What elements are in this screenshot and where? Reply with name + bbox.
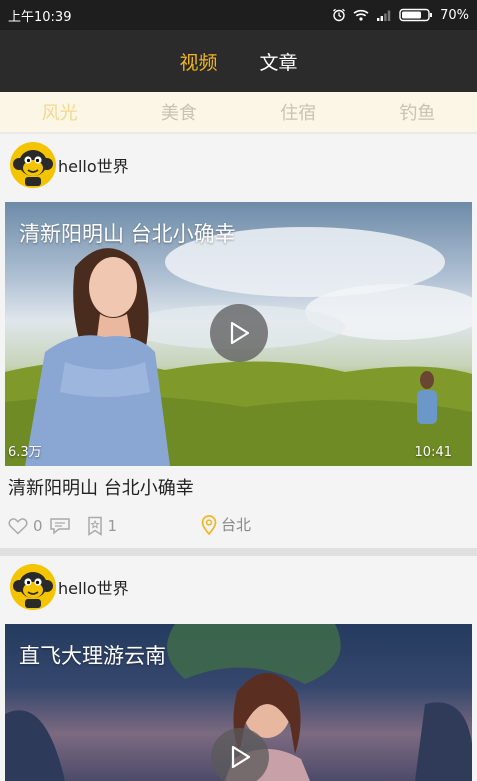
favorite-button[interactable]: 1	[87, 516, 118, 536]
monkey-face-icon	[13, 150, 53, 186]
heart-icon	[8, 518, 28, 535]
video-duration: 10:41	[414, 445, 452, 460]
like-count: 0	[33, 517, 43, 535]
wifi-icon	[353, 9, 369, 21]
signal-icon	[376, 9, 392, 21]
card-divider	[0, 548, 477, 556]
avatar	[10, 564, 56, 610]
app-screen: 上午10:39 70% 视频 文章 风光 美食 住宿 钓鱼 hello世界 清新…	[0, 0, 477, 781]
alarm-icon	[332, 8, 346, 22]
category-tabs: 风光 美食 住宿 钓鱼	[0, 92, 477, 132]
avatar	[10, 142, 56, 188]
video-title: 清新阳明山 台北小确幸	[19, 222, 236, 246]
tab-article[interactable]: 文章	[260, 48, 298, 75]
post-caption[interactable]: 清新阳明山 台北小确幸	[8, 474, 194, 500]
video-title: 直飞大理游云南	[19, 644, 166, 668]
tab-video[interactable]: 视频	[179, 48, 217, 75]
play-button[interactable]	[210, 304, 268, 362]
post-actions: 0 1 台北	[8, 512, 468, 540]
content-type-tabs: 视频 文章	[0, 30, 477, 92]
status-time: 上午10:39	[8, 9, 72, 25]
location-pin-icon	[201, 514, 217, 535]
like-button[interactable]: 0	[8, 517, 43, 535]
monkey-face-icon	[13, 572, 53, 608]
video-thumbnail[interactable]: 清新阳明山 台北小确幸 6.3万 10:41	[5, 202, 472, 466]
comment-icon	[49, 518, 70, 535]
play-icon	[231, 745, 251, 769]
author-row[interactable]: hello世界	[10, 564, 129, 610]
author-row[interactable]: hello世界	[10, 142, 129, 188]
battery-percent: 70%	[440, 7, 469, 23]
view-count: 6.3万	[8, 445, 42, 460]
category-tab-scenery[interactable]: 风光	[0, 99, 119, 125]
location-name: 台北	[221, 516, 252, 534]
status-bar: 上午10:39 70%	[0, 0, 477, 30]
category-tab-fishing[interactable]: 钓鱼	[358, 99, 477, 125]
status-icons: 70%	[332, 8, 469, 23]
author-name: hello世界	[58, 579, 129, 598]
feed-card: hello世界 直飞大理游云南	[0, 556, 477, 781]
category-tab-lodging[interactable]: 住宿	[239, 99, 358, 125]
bookmark-icon	[87, 516, 102, 536]
battery-icon	[399, 8, 433, 22]
video-thumbnail[interactable]: 直飞大理游云南	[5, 624, 472, 781]
play-button[interactable]	[211, 728, 269, 781]
feed-card: hello世界 清新阳明山 台北小确幸 6.3万 10:41 清新阳明山 台北小…	[0, 134, 477, 548]
category-tab-food[interactable]: 美食	[119, 99, 238, 125]
location-tag[interactable]: 台北	[201, 514, 251, 535]
comment-button[interactable]	[49, 517, 73, 535]
author-name: hello世界	[58, 157, 129, 176]
favorite-count: 1	[107, 517, 118, 535]
play-icon	[230, 321, 250, 345]
